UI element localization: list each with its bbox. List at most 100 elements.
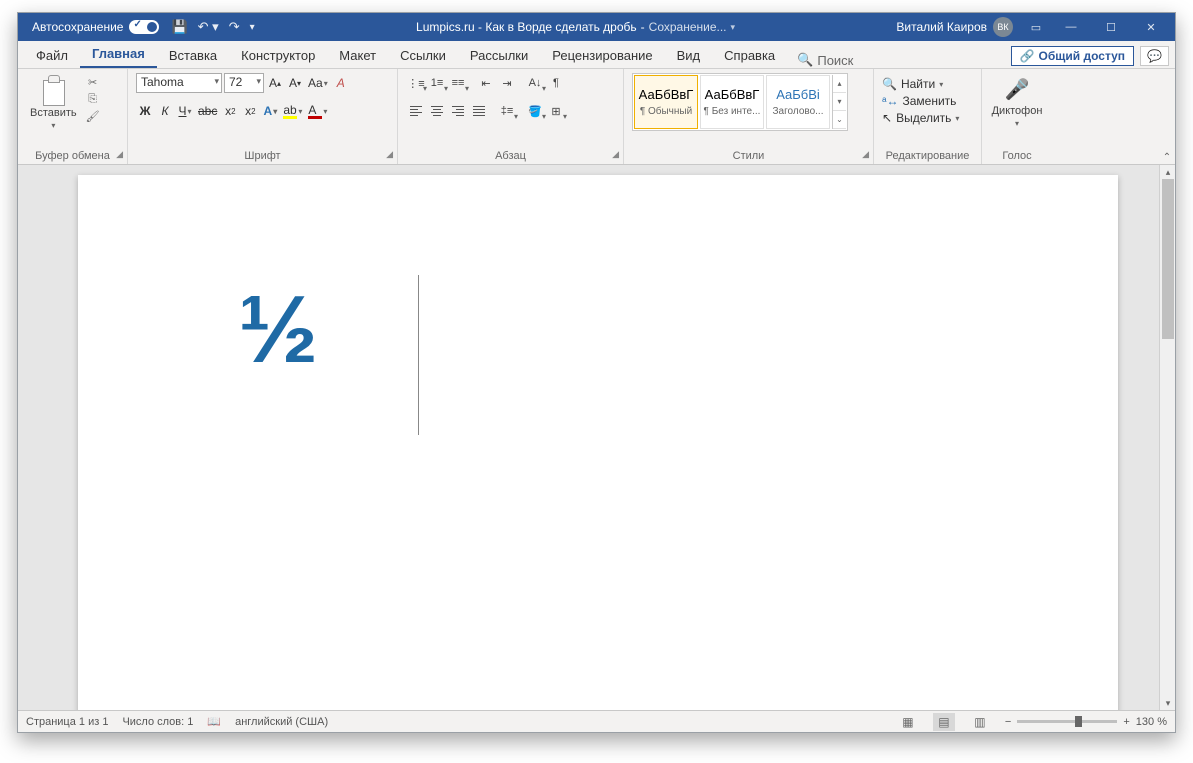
document-area[interactable]: ½ ▴ ▾ [18,165,1175,710]
decrease-indent-button[interactable]: ⇤ [476,73,496,93]
clear-format-button[interactable]: A [332,73,350,93]
minimize-button[interactable]: ― [1051,13,1091,41]
font-launcher[interactable]: ◢ [386,149,393,160]
shading-button[interactable]: 🪣 [525,101,545,121]
align-center-button[interactable] [427,101,447,121]
format-painter-button[interactable]: 🖌 [85,109,101,123]
align-left-button[interactable] [406,101,426,121]
save-status: Сохранение... [649,20,727,34]
dictate-button[interactable]: 🎤 Диктофон ▾ [988,73,1047,130]
search-button[interactable]: 🔍 Поиск [787,52,863,68]
style-heading1[interactable]: АаБбВі Заголово... [766,75,830,129]
font-color-button[interactable]: A [306,101,329,121]
tab-layout[interactable]: Макет [327,43,388,68]
word-count[interactable]: Число слов: 1 [122,716,193,728]
ribbon-options-icon[interactable]: ▭ [1021,13,1051,41]
sort-button[interactable]: A↓ [525,73,545,93]
font-name-combo[interactable]: Tahoma [136,73,222,93]
styles-more[interactable]: ▴▾⌄ [832,75,846,129]
select-button[interactable]: ↖Выделить▾ [882,111,959,125]
scroll-down-icon[interactable]: ▾ [1160,696,1175,710]
spellcheck-icon[interactable]: 📖 [207,715,221,728]
style-no-spacing[interactable]: АаБбВвГ ¶ Без инте... [700,75,764,129]
undo-icon[interactable]: ↶ ▾ [198,19,219,35]
tab-review[interactable]: Рецензирование [540,43,664,68]
qat-more-icon[interactable]: ▾ [250,22,255,33]
web-layout-button[interactable]: ▥ [969,713,991,731]
zoom-in-button[interactable]: + [1123,716,1129,728]
numbering-button[interactable]: 1≡ [427,73,447,93]
comments-button[interactable]: 💬 [1140,46,1169,66]
tab-help[interactable]: Справка [712,43,787,68]
tab-design[interactable]: Конструктор [229,43,327,68]
justify-button[interactable] [469,101,489,121]
tab-view[interactable]: Вид [665,43,713,68]
find-button[interactable]: 🔍Найти▾ [882,77,959,91]
vertical-scrollbar[interactable]: ▴ ▾ [1159,165,1175,710]
scroll-up-icon[interactable]: ▴ [1160,165,1175,179]
cursor-icon: ↖ [882,111,892,125]
clipboard-launcher[interactable]: ◢ [116,149,123,160]
tab-file[interactable]: Файл [24,43,80,68]
title-dropdown-icon[interactable]: ▾ [731,22,736,33]
zoom-level[interactable]: 130 % [1136,716,1167,728]
style-normal[interactable]: АаБбВвГ ¶ Обычный [634,75,698,129]
tab-references[interactable]: Ссылки [388,43,458,68]
shrink-font-button[interactable]: A▾ [286,73,304,93]
text-effects-button[interactable]: A [261,101,279,121]
bold-button[interactable]: Ж [136,101,154,121]
read-mode-button[interactable]: ▦ [897,713,919,731]
maximize-button[interactable]: ☐ [1091,13,1131,41]
paste-button[interactable]: Вставить ▾ [26,73,81,132]
line-spacing-button[interactable]: ‡≡ [497,101,517,121]
scroll-thumb[interactable] [1162,179,1174,339]
grow-font-button[interactable]: A▴ [266,73,284,93]
zoom-slider[interactable] [1017,720,1117,723]
align-right-button[interactable] [448,101,468,121]
print-layout-button[interactable]: ▤ [933,713,955,731]
superscript-button[interactable]: x2 [241,101,259,121]
borders-button[interactable]: ⊞ [546,101,566,121]
chevron-down-icon: ▾ [1015,119,1019,128]
ribbon-tabs: Файл Главная Вставка Конструктор Макет С… [18,41,1175,69]
show-marks-button[interactable]: ¶ [546,73,566,93]
subscript-button[interactable]: x2 [221,101,239,121]
user-name[interactable]: Виталий Каиров [896,20,987,34]
tab-insert[interactable]: Вставка [157,43,229,68]
styles-launcher[interactable]: ◢ [862,149,869,160]
language-indicator[interactable]: английский (США) [235,716,328,728]
redo-icon[interactable]: ↷ [229,19,240,35]
italic-button[interactable]: К [156,101,174,121]
chevron-down-icon: ▾ [51,121,55,130]
underline-button[interactable]: Ч [176,101,194,121]
tab-mailings[interactable]: Рассылки [458,43,540,68]
group-voice: 🎤 Диктофон ▾ Голос [982,69,1052,164]
font-size-combo[interactable]: 72 [224,73,264,93]
increase-indent-button[interactable]: ⇥ [497,73,517,93]
highlight-button[interactable]: ab [281,101,304,121]
autosave-toggle[interactable]: ✓ [129,20,159,34]
zoom-out-button[interactable]: − [1005,716,1011,728]
change-case-button[interactable]: Aa [306,73,330,93]
share-icon: 🔗 [1020,49,1035,63]
save-icon[interactable]: 💾 [171,19,187,35]
app-window: Автосохранение ✓ 💾 ↶ ▾ ↷ ▾ Lumpics.ru - … [17,12,1176,733]
collapse-ribbon-button[interactable]: ⌃ [1159,150,1175,164]
paragraph-launcher[interactable]: ◢ [612,149,619,160]
close-button[interactable]: ✕ [1131,13,1171,41]
replace-button[interactable]: ᵃ↔Заменить [882,94,959,108]
styles-gallery[interactable]: АаБбВвГ ¶ Обычный АаБбВвГ ¶ Без инте... … [632,73,848,131]
strike-button[interactable]: abc [196,101,219,121]
page-indicator[interactable]: Страница 1 из 1 [26,716,108,728]
multilevel-button[interactable]: ≡≡ [448,73,468,93]
share-button[interactable]: 🔗 Общий доступ [1011,46,1134,66]
tab-home[interactable]: Главная [80,41,157,68]
copy-button[interactable]: ⎘ [85,92,101,106]
avatar[interactable]: ВК [993,17,1013,37]
cut-button[interactable]: ✂ [85,75,101,89]
search-icon: 🔍 [797,52,813,68]
zoom-thumb[interactable] [1075,716,1082,727]
document-text[interactable]: ½ [238,275,318,385]
page[interactable]: ½ [78,175,1118,710]
bullets-button[interactable]: ⋮≡ [406,73,426,93]
